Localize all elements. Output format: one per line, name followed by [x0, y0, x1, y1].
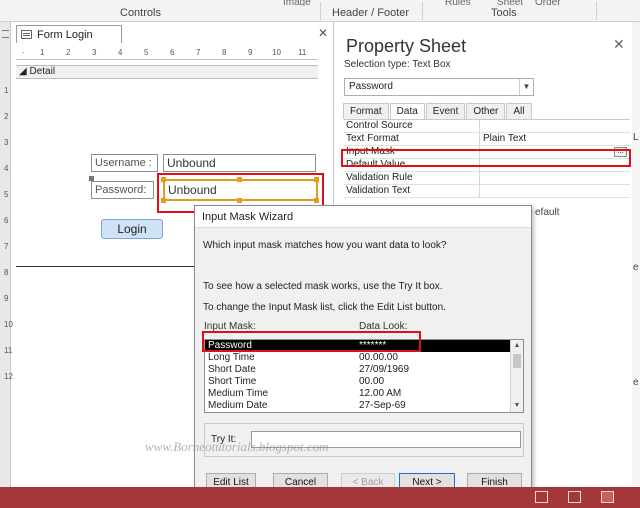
form-icon	[21, 30, 32, 39]
layout-view-icon[interactable]	[568, 491, 581, 503]
username-label-control[interactable]: Username :	[91, 154, 158, 172]
ribbon-cut-label-image: Image	[283, 0, 311, 6]
chevron-down-icon[interactable]: ▼	[519, 79, 533, 95]
tab-all[interactable]: All	[506, 103, 532, 119]
ribbon-separator	[422, 2, 423, 20]
detail-section-bar[interactable]: ◢ Detail	[16, 65, 318, 79]
document-tab-label: Form Login	[37, 28, 93, 41]
selection-type-text: Selection type: Text Box	[344, 59, 451, 70]
watermark-text: www.Borneotutorials.blogspot.com	[145, 439, 329, 454]
password-label-control[interactable]: Password:	[91, 181, 154, 199]
horizontal-ruler: · 1 2 3 4 5 6 7 8 9 10 11	[16, 46, 318, 60]
list-scrollbar[interactable]: ▲ ▼	[510, 340, 523, 412]
form-view-icon[interactable]	[535, 491, 548, 503]
scroll-thumb[interactable]	[513, 354, 521, 368]
ribbon-group-bar: Image Rules Sheet Order Controls Header …	[0, 0, 640, 22]
document-tab-form-login[interactable]: Form Login	[16, 25, 122, 43]
close-form-icon[interactable]: ✕	[318, 26, 328, 40]
scroll-down-icon[interactable]: ▼	[511, 400, 523, 412]
tab-data[interactable]: Data	[389, 103, 425, 120]
property-row-validation-rule[interactable]: Validation Rule	[344, 172, 630, 185]
property-row-validation-text[interactable]: Validation Text	[344, 185, 630, 198]
ribbon-separator	[320, 2, 321, 20]
property-row-text-format[interactable]: Text Format Plain Text	[344, 133, 630, 146]
highlight-box-input-mask	[341, 149, 631, 167]
username-textbox-control[interactable]: Unbound	[163, 154, 316, 172]
design-view-icon[interactable]	[601, 491, 614, 503]
ribbon-separator	[596, 2, 597, 20]
ribbon-cut-label-sheet: Sheet	[497, 0, 524, 6]
tab-event[interactable]: Event	[425, 103, 466, 119]
tab-format[interactable]: Format	[343, 103, 389, 119]
property-tabs: Format Data Event Other All	[343, 103, 533, 120]
status-bar	[0, 487, 640, 508]
detail-section-label: Detail	[29, 66, 56, 77]
close-pane-icon[interactable]: ✕	[613, 36, 625, 53]
vertical-ruler: 1 2 3 4 5 6 7 8 9 10 11 12	[4, 86, 13, 381]
login-button-control[interactable]: Login	[101, 219, 163, 239]
input-mask-wizard-dialog: Input Mask Wizard Which input mask match…	[145, 205, 532, 495]
list-item-medium-time[interactable]: Medium Time 12.00 AM	[205, 388, 523, 400]
control-selector-value: Password	[349, 81, 393, 92]
list-item-medium-date[interactable]: Medium Date 27-Sep-69	[205, 400, 523, 412]
ribbon-group-tools: Tools	[491, 7, 517, 19]
ribbon-group-controls: Controls	[120, 7, 161, 19]
ribbon-cut-label-order: Order	[535, 0, 561, 6]
collapse-chevron-icon: ◢	[19, 66, 27, 77]
tab-other[interactable]: Other	[466, 103, 506, 119]
property-row-control-source[interactable]: Control Source	[344, 120, 630, 133]
list-item-short-date[interactable]: Short Date 27/09/1969	[205, 364, 523, 376]
property-sheet-scrollbar[interactable]: L e e	[632, 22, 640, 487]
control-selector-dropdown[interactable]: Password ▼	[344, 78, 534, 96]
list-item-long-time[interactable]: Long Time 00.00.00	[205, 352, 523, 364]
ribbon-cut-label-rules: Rules	[445, 0, 471, 6]
ribbon-group-header-footer: Header / Footer	[332, 7, 410, 19]
property-sheet-title: Property Sheet	[346, 36, 467, 56]
menu-bars-icon	[2, 30, 9, 38]
list-item-short-time[interactable]: Short Time 00.00	[205, 376, 523, 388]
dialog-title: Input Mask Wizard	[195, 206, 531, 228]
partial-property-value: efault	[535, 207, 560, 218]
scroll-up-icon[interactable]: ▲	[511, 340, 523, 352]
highlight-box-password-mask	[202, 331, 421, 352]
wizard-info-edit: To change the Input Mask list, click the…	[203, 302, 446, 313]
wizard-info-try: To see how a selected mask works, use th…	[203, 281, 443, 292]
wizard-question: Which input mask matches how you want da…	[203, 240, 447, 251]
move-handle[interactable]	[89, 176, 94, 181]
